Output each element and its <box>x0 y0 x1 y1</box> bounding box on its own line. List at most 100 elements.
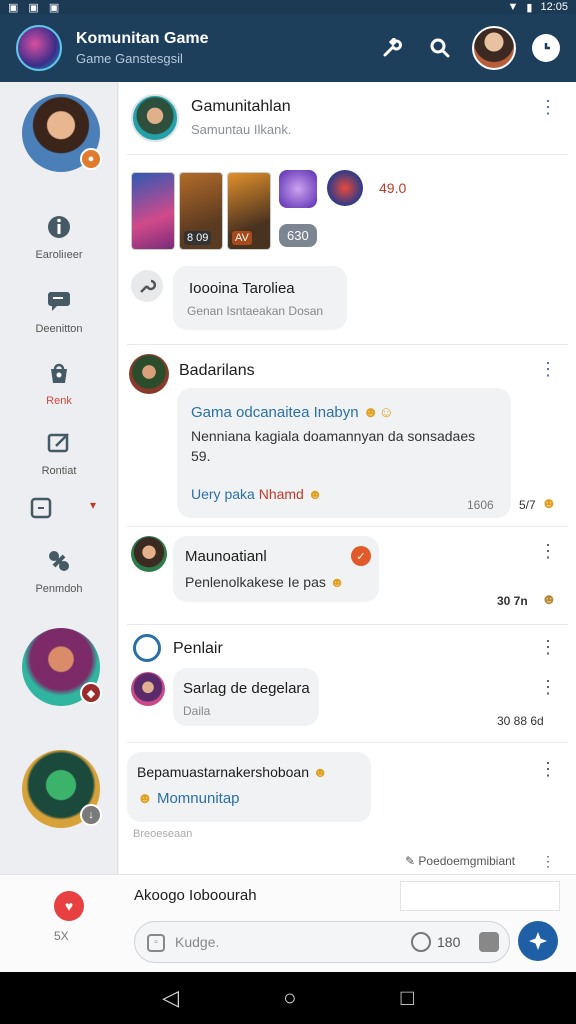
notification-icon[interactable]: ♥ <box>54 891 84 921</box>
message-body: Penlenolkakese Ie pas ☻ <box>185 574 345 590</box>
divider <box>127 526 568 527</box>
sidebar-item-shop[interactable]: Renk <box>0 360 118 409</box>
more-options-icon[interactable]: ⋮ <box>539 678 557 696</box>
search-icon[interactable] <box>422 30 458 66</box>
app-logo[interactable] <box>16 25 62 71</box>
send-button[interactable] <box>518 921 558 961</box>
sidebar: ● Earoliıeer Deenitton Renk Rontiat ▾ Pe… <box>0 82 118 874</box>
post-avatar[interactable] <box>131 94 179 142</box>
comment-bubble[interactable]: Sarlag de degelara Daila <box>173 668 319 726</box>
message-body-text: Bepamuastarnakershoboan <box>137 764 310 780</box>
input-placeholder: Kudge. <box>175 934 220 950</box>
notification-icon: ▣ <box>8 1 19 14</box>
card-badge: AV <box>232 231 252 245</box>
post-avatar[interactable] <box>129 354 169 394</box>
sidebar-item-edit[interactable]: Rontiat <box>0 430 118 479</box>
game-icon[interactable] <box>327 170 363 206</box>
more-options-icon[interactable]: ⋮ <box>541 852 555 870</box>
gamepad-icon <box>46 548 72 574</box>
post-author[interactable]: Badarilans <box>179 362 255 380</box>
box-icon <box>28 496 54 522</box>
sidebar-profile-avatar[interactable]: ● <box>22 94 102 172</box>
reply-icon[interactable] <box>131 270 163 302</box>
sidebar-item-info[interactable]: Earoliıeer <box>0 214 118 263</box>
message-body-2: 59. <box>191 448 211 464</box>
more-options-icon[interactable]: ⋮ <box>539 542 557 560</box>
message-footer-highlight: Nhamd <box>258 486 304 502</box>
edit-icon <box>46 430 72 456</box>
message-headline-text: Gama odcanaitea Inabyn <box>191 404 359 421</box>
sidebar-friend-avatar[interactable]: ◆ <box>22 628 102 706</box>
post-author[interactable]: Penlair <box>173 640 223 658</box>
post-author[interactable]: Gamunitahlan <box>191 98 291 116</box>
message-bubble[interactable]: Maunoatianl ✓ Penlenolkakese Ie pas ☻ <box>173 536 379 602</box>
back-icon[interactable]: ◁ <box>162 985 179 1011</box>
divider <box>127 624 568 625</box>
more-options-icon[interactable]: ⋮ <box>539 98 557 116</box>
more-options-icon[interactable]: ⋮ <box>539 638 557 656</box>
footer-hint-text: Poedoemgmibiant <box>418 854 516 868</box>
level-badge-icon: ● <box>80 148 102 170</box>
reply-avatar[interactable] <box>131 672 165 706</box>
message-headline: Gama odcanaitea Inabyn ☻☺ <box>191 404 394 421</box>
signal-icon: ▼ <box>507 1 519 13</box>
sidebar-item-chat[interactable]: Deenitton <box>0 288 118 337</box>
recents-icon[interactable]: □ <box>401 985 414 1011</box>
attachment-slot[interactable] <box>400 881 560 911</box>
sidebar-item-gamepad[interactable]: Penmdoh <box>0 548 118 597</box>
more-options-icon[interactable]: ⋮ <box>539 760 557 778</box>
emoji-icon: ☻ <box>541 591 557 608</box>
post-avatar[interactable] <box>131 536 167 572</box>
emoji-icon: ☻ <box>137 790 153 807</box>
group-icon[interactable] <box>133 634 161 662</box>
app-bar: Komunitan Game Game Ganstesgsil <box>0 14 576 82</box>
side-counter: 5X <box>54 929 69 943</box>
community-link[interactable]: ☻ Momnunitap <box>137 790 240 807</box>
emoji-icon: ☻ <box>329 574 345 590</box>
sidebar-item-label: Earoliıeer <box>35 249 83 261</box>
verified-icon: ✓ <box>351 546 371 566</box>
message-footer-text: Uery paka <box>191 486 255 502</box>
message-footer: Uery paka Nhamd ☻ <box>191 486 322 502</box>
image-icon[interactable] <box>479 932 499 952</box>
battery-icon: ▮ <box>526 1 533 14</box>
clock-icon[interactable] <box>532 34 560 62</box>
reaction-count: 30 88 6d <box>497 714 544 728</box>
game-card[interactable]: 8 09 <box>179 172 223 250</box>
count-pill: 630 <box>279 224 317 247</box>
bag-icon <box>46 360 72 386</box>
composer: ♥ 5X Akoogo Ioboourah ▫ Kudge. 180 <box>0 874 576 972</box>
divider <box>127 742 568 743</box>
chat-icon <box>46 288 72 314</box>
wrench-icon[interactable] <box>374 30 410 66</box>
more-options-icon[interactable]: ⋮ <box>539 360 557 378</box>
sidebar-guild-avatar[interactable]: ↓ <box>22 750 102 828</box>
message-input[interactable]: ▫ Kudge. 180 <box>134 921 510 963</box>
comment-subtitle: Daila <box>183 704 211 718</box>
game-card[interactable] <box>131 172 175 250</box>
footer-hint[interactable]: ✎ Poedoemgmibiant <box>405 854 515 868</box>
home-icon[interactable]: ○ <box>283 985 296 1011</box>
message-body: Bepamuastarnakershoboan ☻ <box>137 764 328 780</box>
comment-bubble[interactable]: Ioooina Taroliea Genan Isntaeakan Dosan <box>173 266 347 330</box>
divider <box>127 344 568 345</box>
game-card[interactable]: AV <box>227 172 271 250</box>
link-icon: ✎ <box>405 854 416 868</box>
sidebar-item-box[interactable]: ▾ <box>0 496 118 527</box>
comment-title: Ioooina Taroliea <box>189 280 295 297</box>
timer-icon[interactable] <box>411 932 431 952</box>
attach-icon[interactable]: ▫ <box>147 934 165 952</box>
emoji-icon: ☻ <box>307 486 323 502</box>
card-badge: 8 09 <box>184 231 212 245</box>
comment-subtitle: Genan Isntaeakan Dosan <box>187 304 324 318</box>
message-bubble[interactable]: Gama odcanaitea Inabyn ☻☺ Nenniana kagia… <box>177 388 511 518</box>
user-avatar[interactable] <box>472 26 516 70</box>
game-icon[interactable] <box>279 170 317 208</box>
info-icon <box>46 214 72 240</box>
message-bubble[interactable]: Bepamuastarnakershoboan ☻ ☻ Momnunitap <box>127 752 371 822</box>
sidebar-item-label: Rontiat <box>41 465 77 477</box>
feed: Gamunitahlan Samuntau Ilkank. ⋮ 8 09 AV … <box>119 82 576 874</box>
post-price: 49.0 <box>379 180 407 196</box>
dropdown-arrow-icon[interactable]: ▾ <box>90 498 96 512</box>
message-time: 1606 <box>467 498 494 512</box>
